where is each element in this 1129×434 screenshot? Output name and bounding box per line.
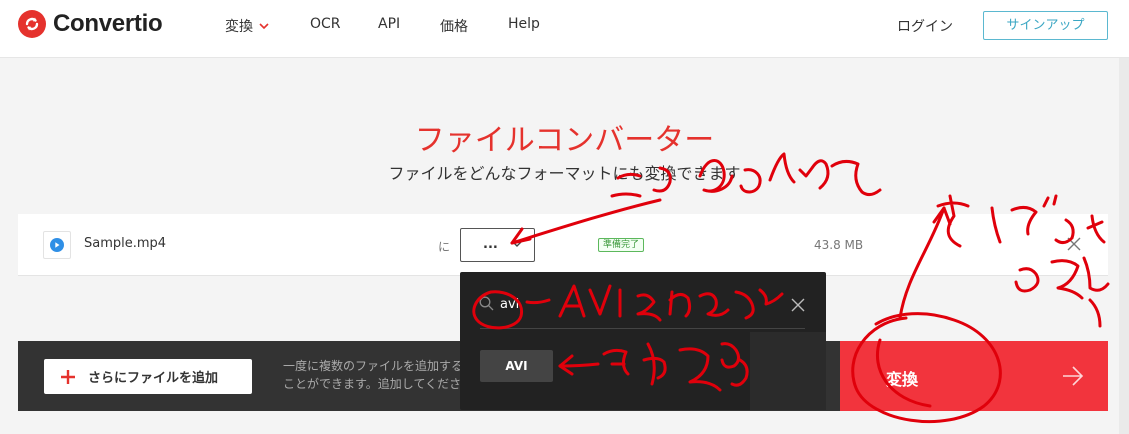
chevron-down-icon <box>512 241 522 247</box>
add-more-files-label: さらにファイルを追加 <box>88 371 219 386</box>
format-select-value: ... <box>483 237 498 252</box>
top-header: Convertio 変換 OCR API 価格 Help ログイン サインアップ <box>0 0 1129 58</box>
format-option-avi[interactable]: AVI <box>480 350 553 382</box>
format-select[interactable]: ... <box>460 228 535 262</box>
nav-item-help[interactable]: Help <box>508 16 540 32</box>
logo[interactable]: Convertio <box>18 8 163 40</box>
brand-name: Convertio <box>53 10 163 37</box>
dropdown-side-panel <box>750 332 826 410</box>
add-hint-text: 一度に複数のファイルを追加することができます。追加してください <box>283 359 464 397</box>
nav-item-pricing[interactable]: 価格 <box>440 16 468 36</box>
video-file-icon <box>43 231 71 259</box>
status-badge: 準備完了 <box>598 238 645 252</box>
login-link[interactable]: ログイン <box>897 16 953 36</box>
file-row: Sample.mp4 に ... 準備完了 43.8 MB <box>18 214 1108 276</box>
to-label: に <box>438 240 451 254</box>
convert-button[interactable]: 変換 <box>840 341 1108 411</box>
nav-item-label: 変換 <box>225 19 253 35</box>
arrow-right-icon <box>1063 366 1084 386</box>
format-search-input[interactable] <box>500 293 780 315</box>
page-title: ファイルコンバーター <box>414 123 715 158</box>
convertio-logo-icon <box>18 10 46 38</box>
nav-item-convert[interactable]: 変換 <box>225 16 269 36</box>
nav-item-api[interactable]: API <box>378 16 400 32</box>
file-name: Sample.mp4 <box>84 236 167 251</box>
file-size: 43.8 MB <box>814 238 864 252</box>
remove-file-icon[interactable] <box>1067 237 1081 251</box>
format-dropdown: AVI <box>460 272 826 410</box>
divider <box>480 328 805 329</box>
nav-item-ocr[interactable]: OCR <box>310 16 341 32</box>
page-subtitle: ファイルをどんなフォーマットにも変換できます <box>388 164 741 183</box>
add-more-files-button[interactable]: さらにファイルを追加 <box>44 359 252 394</box>
convert-button-label: 変換 <box>886 370 919 389</box>
search-icon <box>479 296 494 311</box>
plus-icon <box>61 369 75 384</box>
close-icon[interactable] <box>791 298 805 312</box>
chevron-down-icon <box>259 22 269 29</box>
signup-button[interactable]: サインアップ <box>983 11 1108 40</box>
